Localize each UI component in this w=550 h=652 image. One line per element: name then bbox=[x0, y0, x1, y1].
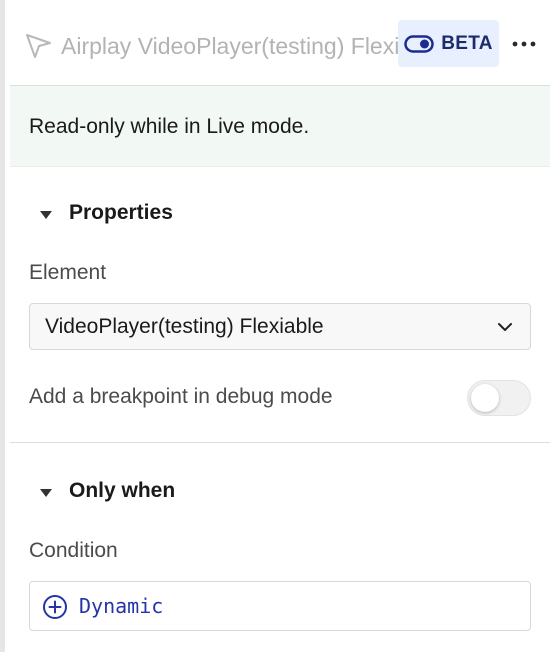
condition-input[interactable]: Dynamic bbox=[29, 581, 531, 631]
only-when-title: Only when bbox=[69, 479, 176, 502]
caret-down-icon bbox=[40, 211, 52, 219]
dynamic-text: Dynamic bbox=[79, 594, 164, 618]
properties-section-toggle[interactable]: Properties bbox=[10, 198, 550, 232]
condition-label: Condition bbox=[29, 539, 118, 562]
caret-down-icon bbox=[40, 489, 52, 497]
notice-text: Read-only while in Live mode. bbox=[29, 115, 310, 138]
properties-title: Properties bbox=[69, 201, 173, 224]
cursor-icon bbox=[26, 34, 51, 58]
beta-label: BETA bbox=[441, 32, 493, 54]
toggle-icon bbox=[404, 34, 434, 53]
toggle-knob bbox=[471, 384, 499, 412]
panel-header: Airplay VideoPlayer(testing) Flexiable B… bbox=[10, 0, 550, 86]
element-select[interactable]: VideoPlayer(testing) Flexiable bbox=[29, 303, 531, 350]
beta-toggle-button[interactable]: BETA bbox=[398, 20, 499, 67]
breakpoint-toggle[interactable] bbox=[467, 380, 531, 416]
workflow-action-panel: Airplay VideoPlayer(testing) Flexiable B… bbox=[0, 0, 550, 652]
section-divider bbox=[10, 442, 550, 443]
element-label: Element bbox=[29, 261, 107, 284]
panel-title: Airplay VideoPlayer(testing) Flexiable bbox=[61, 33, 401, 59]
plus-circle-icon bbox=[43, 595, 67, 619]
more-icon[interactable] bbox=[510, 30, 538, 58]
breakpoint-label: Add a breakpoint in debug mode bbox=[29, 385, 333, 408]
element-select-value: VideoPlayer(testing) Flexiable bbox=[45, 315, 324, 338]
live-mode-notice: Read-only while in Live mode. bbox=[10, 86, 550, 167]
only-when-section-toggle[interactable]: Only when bbox=[10, 476, 550, 510]
chevron-down-icon bbox=[498, 323, 512, 331]
